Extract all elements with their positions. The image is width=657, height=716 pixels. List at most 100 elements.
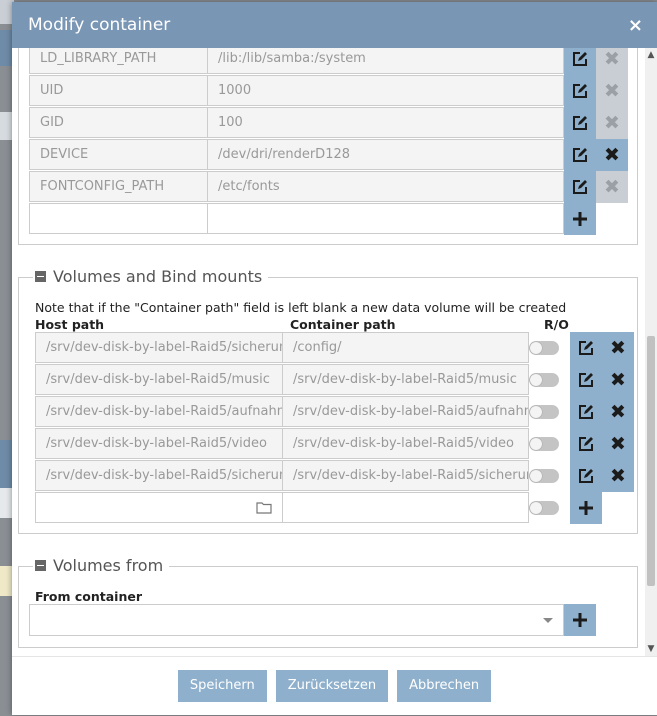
collapse-icon[interactable] xyxy=(35,271,46,282)
delete-env-button[interactable]: ✖ xyxy=(596,139,628,171)
add-volumes-from-button[interactable] xyxy=(564,604,596,636)
volume-row: /srv/dev-disk-by-label-Raid5/music/srv/d… xyxy=(35,364,635,396)
delete-volume-button[interactable]: ✖ xyxy=(602,364,634,396)
delete-volume-button[interactable]: ✖ xyxy=(602,460,634,492)
volumes-title: Volumes and Bind mounts xyxy=(53,267,263,286)
env-value-field[interactable]: 1000 xyxy=(207,75,564,106)
edit-volume-button[interactable] xyxy=(570,428,602,460)
volumes-from-legend[interactable]: Volumes from xyxy=(33,556,170,575)
volumes-note: Note that if the "Container path" field … xyxy=(35,300,567,315)
env-row: DEVICE/dev/dri/renderD128 ✖ xyxy=(29,139,629,171)
container-path-header: Container path xyxy=(290,317,396,332)
delete-env-button[interactable]: ✖ xyxy=(596,107,628,139)
edit-icon xyxy=(573,180,587,194)
env-new-value-input[interactable] xyxy=(207,203,564,234)
volumes-legend[interactable]: Volumes and Bind mounts xyxy=(33,267,269,286)
dialog-footer: Speichern Zurücksetzen Abbrechen xyxy=(12,656,657,715)
ro-toggle[interactable] xyxy=(529,373,559,387)
reset-button[interactable]: Zurücksetzen xyxy=(275,670,389,702)
host-path-field[interactable]: /srv/dev-disk-by-label-Raid5/sicherun xyxy=(35,332,283,363)
delete-volume-button[interactable]: ✖ xyxy=(602,396,634,428)
ro-toggle[interactable] xyxy=(529,469,559,483)
edit-icon xyxy=(579,373,593,387)
env-value-field[interactable]: /etc/fonts xyxy=(207,171,564,202)
edit-env-button[interactable] xyxy=(564,171,596,203)
dialog-titlebar: Modify container × xyxy=(12,2,657,48)
new-ro-toggle[interactable] xyxy=(529,501,559,515)
delete-volume-button[interactable]: ✖ xyxy=(602,332,634,364)
env-name-field[interactable]: LD_LIBRARY_PATH xyxy=(29,48,208,74)
container-path-field[interactable]: /srv/dev-disk-by-label-Raid5/music xyxy=(282,364,529,395)
scrollbar-thumb[interactable] xyxy=(647,336,655,586)
edit-volume-button[interactable] xyxy=(570,460,602,492)
delete-icon: ✖ xyxy=(604,175,620,198)
new-host-path-input[interactable] xyxy=(35,492,283,523)
host-path-field[interactable]: /srv/dev-disk-by-label-Raid5/video xyxy=(35,428,283,459)
edit-icon xyxy=(573,116,587,130)
env-value-field[interactable]: /lib:/lib/samba:/system xyxy=(207,48,564,74)
scroll-down-icon[interactable]: ▼ xyxy=(645,644,657,654)
env-row: UID 1000 ✖ xyxy=(29,75,629,107)
edit-icon xyxy=(579,405,593,419)
env-new-name-input[interactable] xyxy=(29,203,208,234)
volume-new-row xyxy=(35,492,635,524)
chevron-down-icon xyxy=(543,618,553,623)
env-name-field[interactable]: UID xyxy=(29,75,208,106)
dialog-scrollbar[interactable]: ▲ ▼ xyxy=(645,48,657,656)
delete-env-button[interactable]: ✖ xyxy=(596,48,628,75)
delete-env-button[interactable]: ✖ xyxy=(596,75,628,107)
edit-icon xyxy=(579,469,593,483)
edit-volume-button[interactable] xyxy=(570,396,602,428)
edit-env-button[interactable] xyxy=(564,139,596,171)
delete-env-button[interactable]: ✖ xyxy=(596,171,628,203)
collapse-icon[interactable] xyxy=(35,560,46,571)
edit-icon xyxy=(579,341,593,355)
volume-row: /srv/dev-disk-by-label-Raid5/aufnahm/srv… xyxy=(35,396,635,428)
env-value-field[interactable]: 100 xyxy=(207,107,564,138)
add-volume-button[interactable] xyxy=(570,492,602,524)
host-path-field[interactable]: /srv/dev-disk-by-label-Raid5/aufnahm xyxy=(35,396,283,427)
delete-icon: ✖ xyxy=(610,432,626,455)
from-container-select[interactable] xyxy=(29,604,564,636)
edit-env-button[interactable] xyxy=(564,75,596,107)
container-path-field[interactable]: /srv/dev-disk-by-label-Raid5/aufnahm xyxy=(282,396,529,427)
host-path-field[interactable]: /srv/dev-disk-by-label-Raid5/music xyxy=(35,364,283,395)
modify-container-dialog: Modify container × LD_LIBRARY_PATH/lib:/… xyxy=(12,2,657,715)
env-name-field[interactable]: GID xyxy=(29,107,208,138)
volumes-from-section: Volumes from From container xyxy=(18,556,638,648)
scroll-up-icon[interactable]: ▲ xyxy=(645,50,657,60)
env-row: FONTCONFIG_PATH/etc/fonts ✖ xyxy=(29,171,629,203)
add-icon xyxy=(573,613,587,627)
new-container-path-input[interactable] xyxy=(282,492,529,523)
from-container-label: From container xyxy=(35,589,143,604)
edit-volume-button[interactable] xyxy=(570,364,602,396)
close-icon[interactable]: × xyxy=(628,15,643,36)
env-value-field[interactable]: /dev/dri/renderD128 xyxy=(207,139,564,170)
add-env-button[interactable] xyxy=(564,203,596,235)
volume-row: /srv/dev-disk-by-label-Raid5/video/srv/d… xyxy=(35,428,635,460)
ro-toggle[interactable] xyxy=(529,437,559,451)
edit-env-button[interactable] xyxy=(564,48,596,75)
edit-icon xyxy=(579,437,593,451)
container-path-field[interactable]: /config/ xyxy=(282,332,529,363)
ro-toggle[interactable] xyxy=(529,405,559,419)
environment-variables-section: LD_LIBRARY_PATH/lib:/lib/samba:/system ✖ U… xyxy=(18,48,638,245)
container-path-field[interactable]: /srv/dev-disk-by-label-Raid5/sicherun xyxy=(282,460,529,491)
delete-volume-button[interactable]: ✖ xyxy=(602,428,634,460)
edit-env-button[interactable] xyxy=(564,107,596,139)
edit-volume-button[interactable] xyxy=(570,332,602,364)
env-name-field[interactable]: DEVICE xyxy=(29,139,208,170)
volume-row: /srv/dev-disk-by-label-Raid5/sicherun/sr… xyxy=(35,460,635,492)
volume-row: /srv/dev-disk-by-label-Raid5/sicherun/co… xyxy=(35,332,635,364)
edit-icon xyxy=(573,148,587,162)
ro-toggle[interactable] xyxy=(529,341,559,355)
volumes-from-title: Volumes from xyxy=(53,556,164,575)
delete-icon: ✖ xyxy=(604,48,620,70)
save-button[interactable]: Speichern xyxy=(177,670,267,702)
container-path-field[interactable]: /srv/dev-disk-by-label-Raid5/video xyxy=(282,428,529,459)
folder-icon[interactable] xyxy=(256,501,272,514)
add-icon xyxy=(579,501,593,515)
cancel-button[interactable]: Abbrechen xyxy=(397,670,492,702)
env-name-field[interactable]: FONTCONFIG_PATH xyxy=(29,171,208,202)
host-path-field[interactable]: /srv/dev-disk-by-label-Raid5/sicherun xyxy=(35,460,283,491)
